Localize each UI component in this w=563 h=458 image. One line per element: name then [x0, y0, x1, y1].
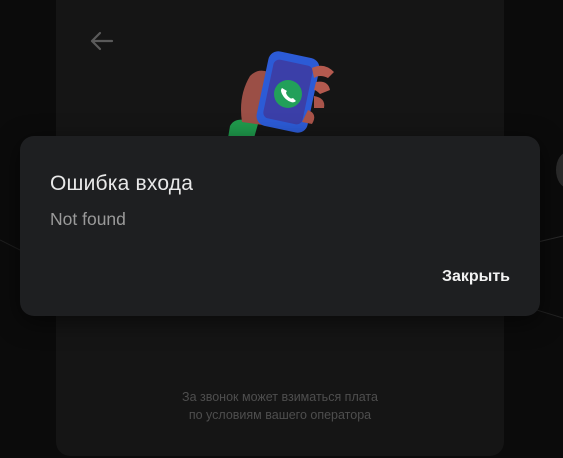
arrow-left-icon [88, 30, 114, 57]
charge-note-line-1: За звонок может взиматься плата [182, 390, 378, 404]
back-button[interactable] [86, 28, 116, 58]
login-error-dialog: Ошибка входа Not found Закрыть [20, 136, 540, 316]
dialog-title: Ошибка входа [50, 172, 194, 195]
dialog-message: Not found [50, 209, 126, 229]
close-button[interactable]: Закрыть [442, 268, 510, 286]
phone-call-illustration [224, 46, 340, 138]
app-screen: За звонок может взиматься плата по услов… [0, 0, 563, 458]
charge-note-line-2: по условиям вашего оператора [188, 408, 372, 422]
operator-charge-note: За звонок может взиматься плата по услов… [56, 388, 504, 424]
